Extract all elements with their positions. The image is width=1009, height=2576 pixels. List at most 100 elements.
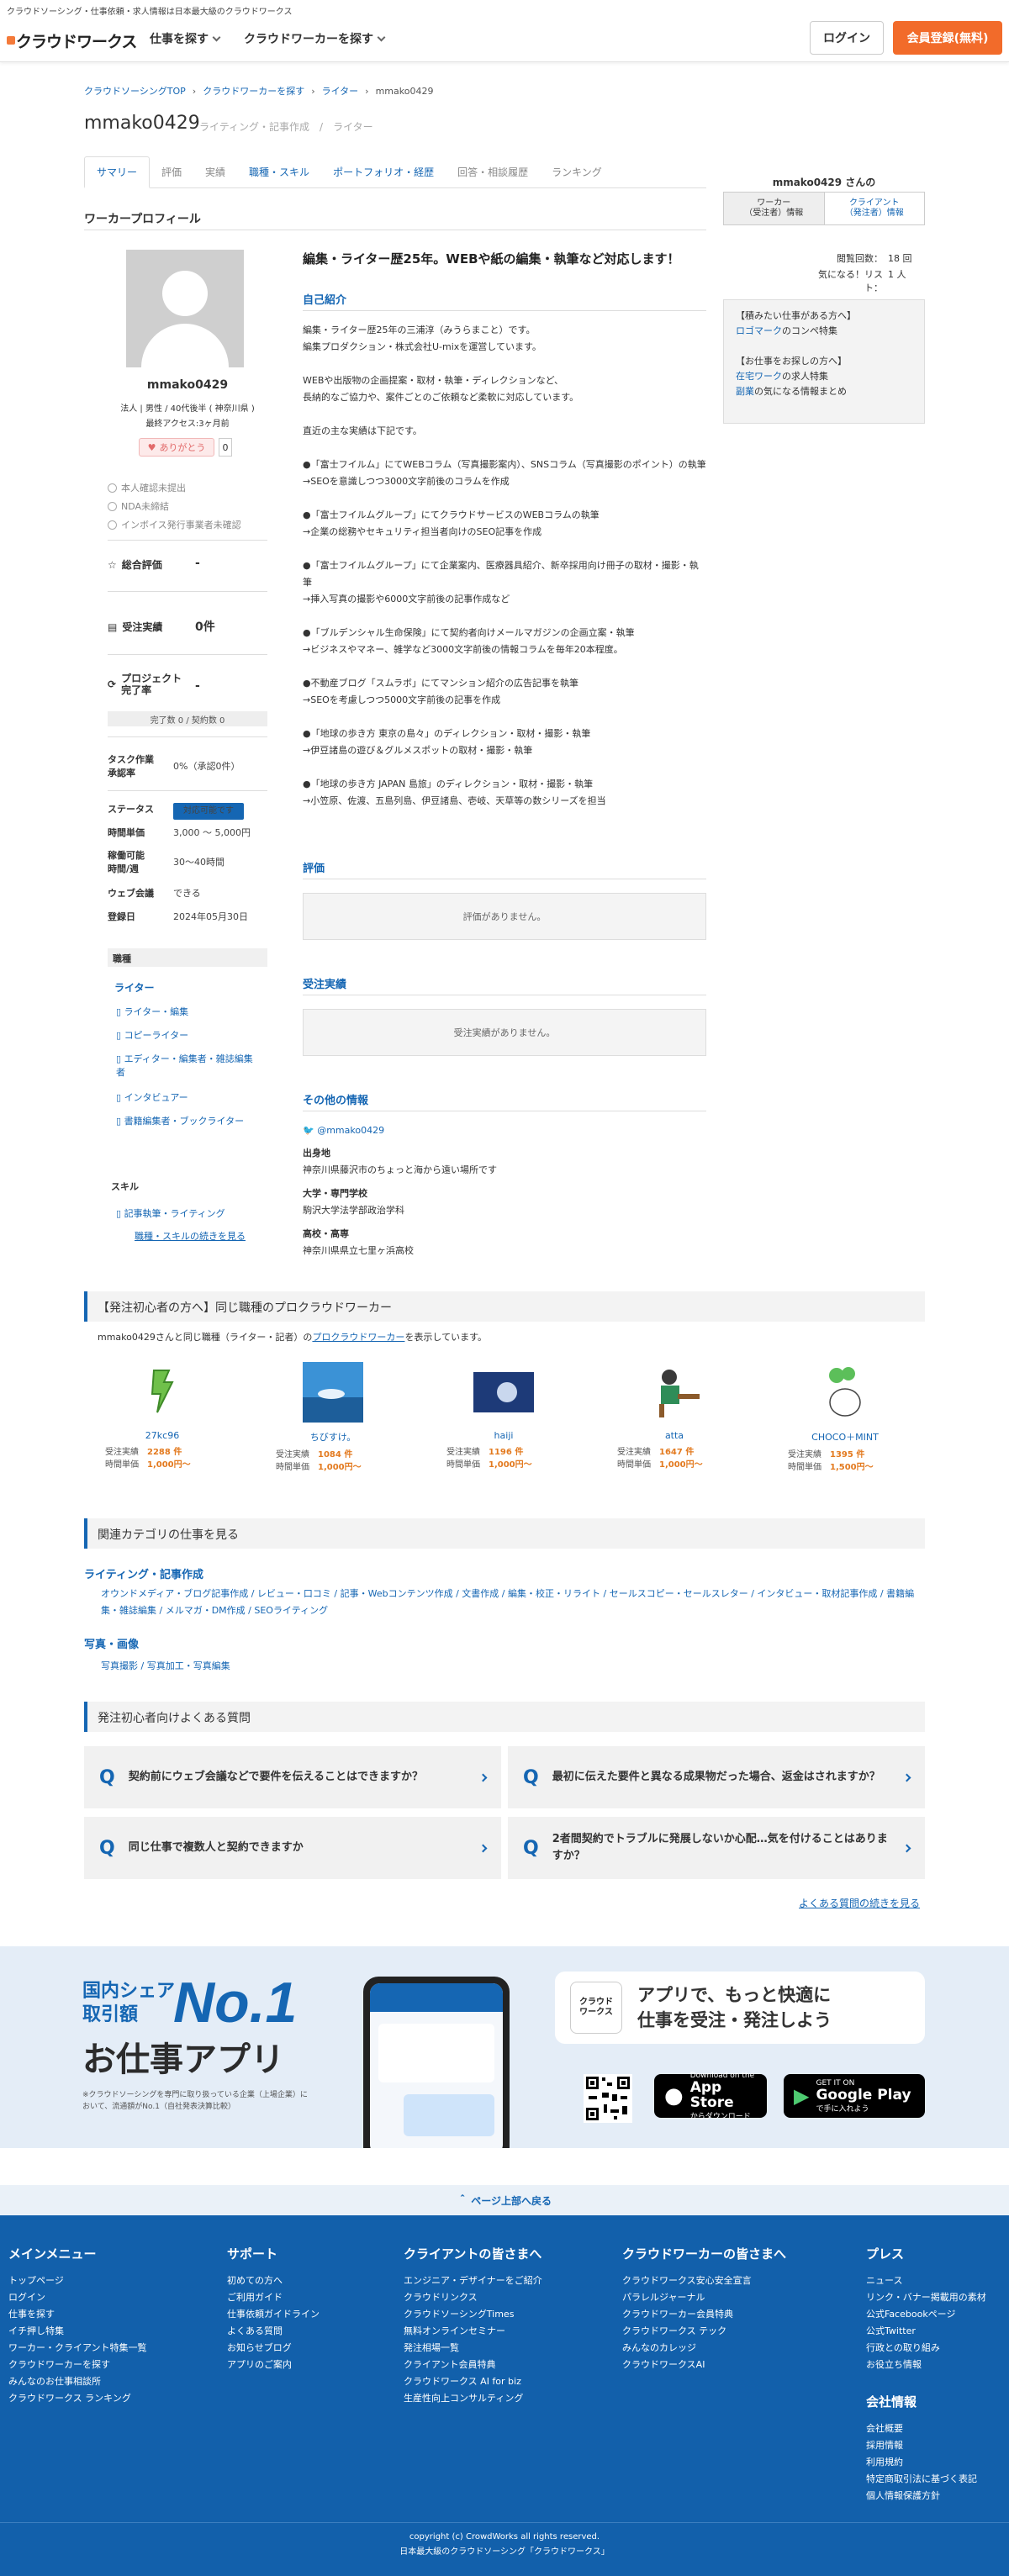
footer-link[interactable]: 無料オンラインセミナー	[404, 2323, 542, 2340]
back-to-top[interactable]: ＾ ページ上部へ戻る	[0, 2185, 1009, 2215]
footer-link[interactable]: みんなのお仕事相談所	[8, 2373, 147, 2390]
footer-link[interactable]: よくある質問	[227, 2323, 320, 2340]
tab-worker-info[interactable]: ワーカー （受注者）情報	[724, 193, 824, 224]
promo-bubble: クラウド ワークス アプリで、もっと快適に 仕事を受注・発注しよう	[555, 1972, 925, 2044]
category-writing[interactable]: ライティング・記事作成	[84, 1565, 203, 1581]
footer-link[interactable]: 採用情報	[866, 2437, 986, 2454]
nav-find-jobs[interactable]: 仕事を探す	[150, 30, 221, 47]
footer-link[interactable]: 公式Facebookページ	[866, 2306, 986, 2323]
footer-link[interactable]: お役立ち情報	[866, 2357, 986, 2373]
qr-code-icon	[584, 2074, 632, 2123]
worker-card[interactable]: 27kc96 受注実績 2288 件時間単価 1,000円〜	[87, 1362, 238, 1471]
tab-summary[interactable]: サマリー	[84, 156, 151, 188]
footer-link[interactable]: ワーカー・クライアント特集一覧	[8, 2340, 147, 2357]
remote-work-link[interactable]: 在宅ワーク	[736, 371, 782, 382]
worker-card[interactable]: CHOCO＋MINT 受注実績 1395 件時間単価 1,500円〜	[769, 1362, 921, 1474]
footer-link[interactable]: 会社概要	[866, 2420, 986, 2437]
tab-ranking[interactable]: ランキング	[540, 156, 614, 187]
faq-item[interactable]: Q 最初に伝えた要件と異なる成果物だった場合、返金はされますか？	[508, 1746, 925, 1808]
footer-link[interactable]: クラウドワークスAI	[622, 2357, 786, 2373]
footer-link[interactable]: 行政との取り組み	[866, 2340, 986, 2357]
category-photo[interactable]: 写真・画像	[84, 1635, 139, 1651]
nav-find-workers[interactable]: クラウドワーカーを探す	[244, 30, 386, 47]
footer-link[interactable]: リンク・バナー掲載用の素材	[866, 2289, 986, 2306]
footer-link[interactable]: エンジニア・デザイナーをご紹介	[404, 2272, 542, 2289]
side-job-link[interactable]: 副業	[736, 386, 754, 397]
skills-more-link[interactable]: 職種・スキルの続きを見る	[135, 1229, 246, 1243]
footer-link[interactable]: パラレルジャーナル	[622, 2289, 786, 2306]
footer-link[interactable]: クラウドワーカーを探す	[8, 2357, 147, 2373]
tab-client-info[interactable]: クライアント （発注者）情報	[823, 193, 925, 224]
worker-card[interactable]: atta 受注実績 1647 件時間単価 1,000円〜	[599, 1362, 750, 1471]
footer-link[interactable]: アプリのご案内	[227, 2357, 320, 2373]
job-category[interactable]: ライター	[114, 980, 155, 995]
job-link[interactable]: ▯ 書籍編集者・ブックライター	[116, 1115, 259, 1128]
footer-link[interactable]: 仕事を探す	[8, 2306, 147, 2323]
twitter-link[interactable]: 🐦 @mmako0429	[303, 1122, 384, 1139]
login-button[interactable]: ログイン	[810, 21, 884, 55]
faq-item[interactable]: Q 契約前にウェブ会議などで要件を伝えることはできますか？	[84, 1746, 501, 1808]
footer-link[interactable]: クライアント会員特典	[404, 2357, 542, 2373]
footer-link[interactable]: 発注相場一覧	[404, 2340, 542, 2357]
tab-answers[interactable]: 回答・相談履歴	[446, 156, 540, 187]
footer-link[interactable]: 公式Twitter	[866, 2323, 986, 2340]
footer-link[interactable]: 初めての方へ	[227, 2272, 320, 2289]
worker-card[interactable]: ちびすけ。 受注実績 1084 件時間単価 1,000円〜	[257, 1362, 409, 1474]
pro-worker-link[interactable]: プロクラウドワーカー	[312, 1332, 404, 1343]
footer-link[interactable]: クラウドリンクス	[404, 2289, 542, 2306]
worker-card[interactable]: haiji 受注実績 1196 件時間単価 1,000円〜	[428, 1362, 579, 1471]
divider	[108, 591, 267, 592]
category-photo-links[interactable]: 写真撮影 / 写真加工・写真編集	[101, 1658, 925, 1675]
footer-link[interactable]: クラウドワークス AI for biz	[404, 2373, 542, 2390]
page-title: mmako0429	[84, 113, 200, 134]
skill-heading: スキル	[111, 1181, 139, 1192]
register-button[interactable]: 会員登録(無料)	[893, 21, 1002, 55]
footer-link[interactable]: クラウドワーカー会員特典	[622, 2306, 786, 2323]
footer-link[interactable]: みんなのカレッジ	[622, 2340, 786, 2357]
tab-portfolio[interactable]: ポートフォリオ・経歴	[321, 156, 446, 187]
site-logo[interactable]: クラウドワークス	[7, 25, 137, 55]
job-link[interactable]: ▯ エディター・編集者・雑誌編集者	[116, 1053, 259, 1079]
job-link[interactable]: ▯ インタビュアー	[116, 1091, 259, 1105]
footer-link[interactable]: トップページ	[8, 2272, 147, 2289]
footer-link[interactable]: 生産性向上コンサルティング	[404, 2390, 542, 2407]
breadcrumb-item[interactable]: クラウドソーシングTOP	[84, 84, 186, 98]
footer-link[interactable]: クラウドワークス テック	[622, 2323, 786, 2340]
footer-link[interactable]: 仕事依頼ガイドライン	[227, 2306, 320, 2323]
breadcrumb-item[interactable]: ライター	[322, 84, 359, 98]
footer-link[interactable]: 特定商取引法に基づく表記	[866, 2471, 986, 2488]
footer-link[interactable]: ご利用ガイド	[227, 2289, 320, 2306]
nav-find-jobs-label: 仕事を探す	[150, 33, 209, 46]
footer-link[interactable]: クラウドワークス ランキング	[8, 2390, 147, 2407]
footer-link[interactable]: ニュース	[866, 2272, 986, 2289]
footer-link[interactable]: クラウドワークス安心安全宣言	[622, 2272, 786, 2289]
favorite-value: 1 人	[888, 269, 906, 280]
tab-results[interactable]: 実績	[193, 156, 237, 187]
footer-link[interactable]: 利用規約	[866, 2454, 986, 2471]
faq-item[interactable]: Q 同じ仕事で複数人と契約できますか	[84, 1817, 501, 1879]
registered-row: 登録日 2024年05月30日	[108, 911, 248, 922]
footer-link[interactable]: お知らせブログ	[227, 2340, 320, 2357]
tab-reviews[interactable]: 評価	[150, 156, 193, 187]
job-link[interactable]: ▯ ライター・編集	[116, 1006, 259, 1019]
google-play-button[interactable]: ▶ GET IT ON Google Play で手に入れよう	[784, 2074, 925, 2118]
skill-link[interactable]: ▯ 記事執筆・ライティング	[116, 1207, 259, 1221]
job-link[interactable]: ▯ コピーライター	[116, 1029, 259, 1043]
app-store-button[interactable]: ● Download on the App Store からダウンロード	[654, 2072, 767, 2121]
page-subtitle: ライティング・記事作成 / ライター	[199, 121, 373, 133]
logo-contest-link[interactable]: ロゴマーク	[736, 325, 782, 336]
category-writing-links[interactable]: オウンドメディア・ブログ記事作成 / レビュー・口コミ / 記事・Webコンテン…	[101, 1586, 925, 1619]
tab-skills[interactable]: 職種・スキル	[237, 156, 321, 187]
thanks-button[interactable]: ♥ ありがとう	[139, 438, 214, 457]
faq-more-link[interactable]: よくある質問の続きを見る	[799, 1896, 920, 1910]
footer-link[interactable]: 個人情報保護方針	[866, 2488, 986, 2505]
footer-link[interactable]: イチ押し特集	[8, 2323, 147, 2340]
footer-link[interactable]: クラウドソーシングTimes	[404, 2306, 542, 2323]
faq-item[interactable]: Q 2者間契約でトラブルに発展しないか心配…気を付けることはありますか？	[508, 1817, 925, 1879]
footer-link[interactable]: ログイン	[8, 2289, 147, 2306]
worker-name: CHOCO＋MINT	[811, 1432, 879, 1443]
footer-col-support: サポート 初めての方へ ご利用ガイド 仕事依頼ガイドライン よくある質問 お知ら…	[227, 2246, 320, 2373]
hourly-rate-row: 時間単価 3,000 〜 5,000円	[108, 827, 251, 838]
footer-col-client: クライアントの皆さまへ エンジニア・デザイナーをご紹介 クラウドリンクス クラウ…	[404, 2246, 542, 2407]
breadcrumb-item[interactable]: クラウドワーカーを探す	[203, 84, 304, 98]
